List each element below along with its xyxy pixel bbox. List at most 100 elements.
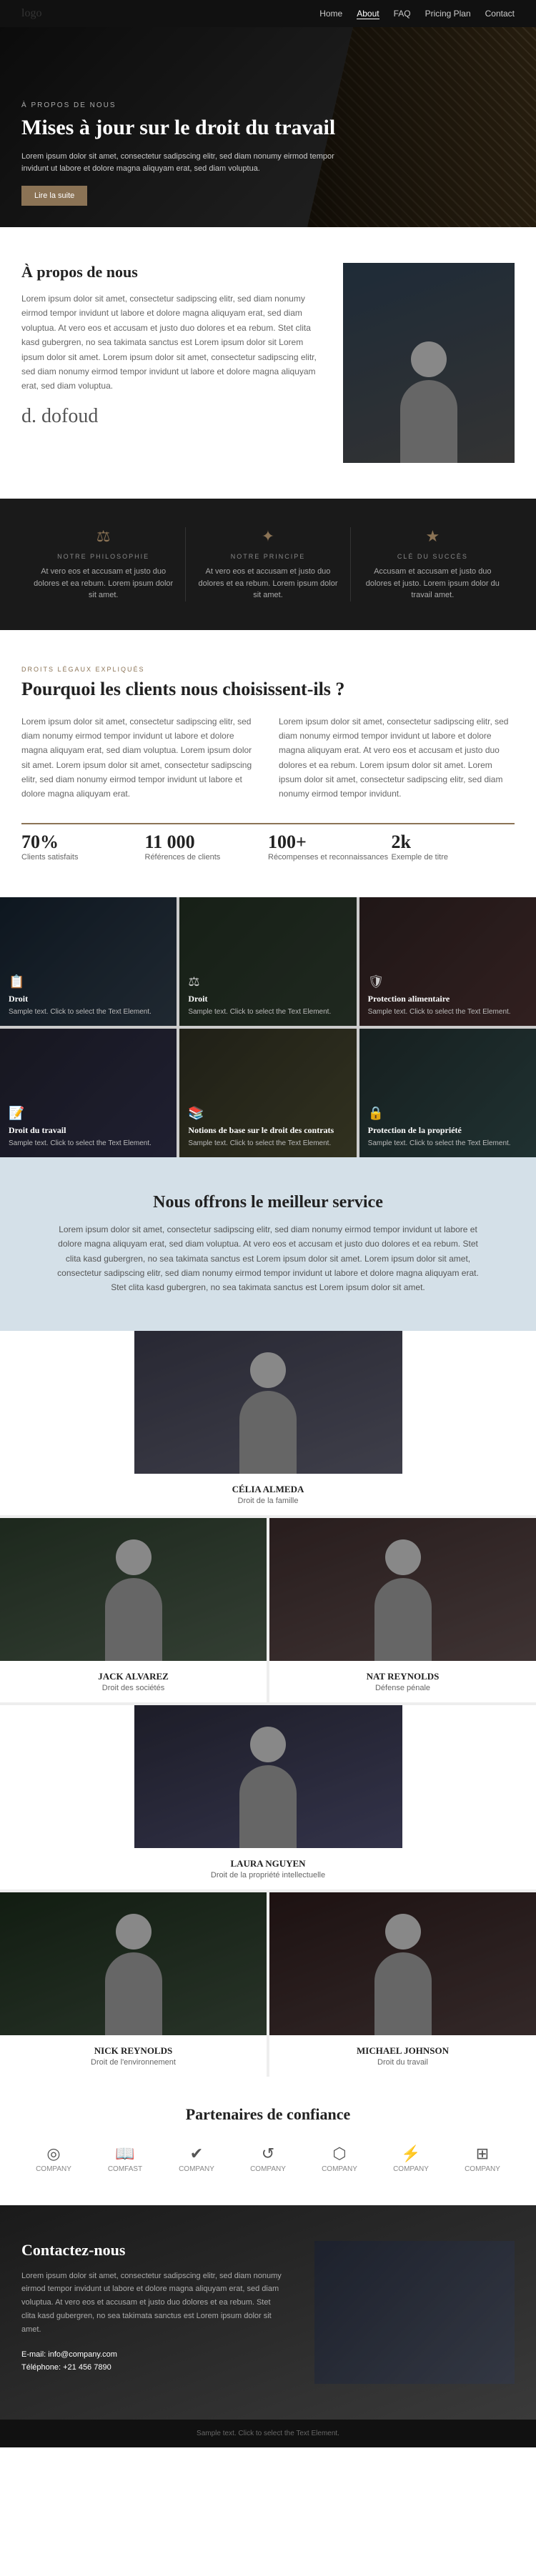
stat-label-4: Exemple de titre bbox=[392, 853, 515, 862]
jack-head bbox=[116, 1539, 152, 1575]
service-title-6: Protection de la propriété bbox=[368, 1125, 511, 1136]
partner-icon-1: ◎ bbox=[46, 2145, 60, 2163]
service-icon-4: 📝 bbox=[9, 1106, 152, 1121]
philosophy-text-1: At vero eos et accusam et justo duo dolo… bbox=[32, 566, 174, 601]
stat-2: 11 000 Références de clients bbox=[145, 823, 269, 862]
philosophy-item-3: ★ CLÉ DU SUCCÈS Accusam et accusam et ju… bbox=[351, 527, 515, 601]
nick-figure bbox=[98, 1914, 169, 2035]
stat-number-2: 11 000 bbox=[145, 832, 269, 853]
navbar: logo Home About FAQ Pricing Plan Contact bbox=[0, 0, 536, 27]
partner-name-6: COMPANY bbox=[393, 2165, 429, 2173]
service-card-3[interactable]: 🛡 Protection alimentaire Sample text. Cl… bbox=[359, 897, 536, 1026]
service-icon-2: ⚖ bbox=[188, 974, 331, 989]
contact-text: Lorem ipsum dolor sit amet, consectetur … bbox=[21, 2270, 286, 2336]
team-img-nat bbox=[269, 1518, 536, 1661]
team-img-laura bbox=[134, 1705, 402, 1848]
service-text-1: Sample text. Click to select the Text El… bbox=[9, 1007, 152, 1017]
team-name-laura: LAURA NGUYEN bbox=[144, 1858, 392, 1869]
partner-3: ✔ COMPANY bbox=[168, 2141, 225, 2177]
contact-image bbox=[314, 2241, 515, 2384]
contact-section: Contactez-nous Lorem ipsum dolor sit ame… bbox=[0, 2205, 536, 2420]
service-card-5[interactable]: 📚 Notions de base sur le droit des contr… bbox=[179, 1029, 356, 1157]
contact-left: Contactez-nous Lorem ipsum dolor sit ame… bbox=[21, 2241, 286, 2376]
best-service-section: Nous offrons le meilleur service Lorem i… bbox=[0, 1157, 536, 1331]
about-text: Lorem ipsum dolor sit amet, consectetur … bbox=[21, 291, 322, 394]
service-title-3: Protection alimentaire bbox=[368, 994, 511, 1004]
partner-1: ◎ COMPANY bbox=[25, 2141, 82, 2177]
partners-section: Partenaires de confiance ◎ COMPANY 📖 COM… bbox=[0, 2077, 536, 2205]
philosophy-item-1: ⚖ NOTRE PHILOSOPHIE At vero eos et accus… bbox=[21, 527, 186, 601]
stat-label-2: Références de clients bbox=[145, 853, 269, 862]
service-content-1: 📋 Droit Sample text. Click to select the… bbox=[0, 966, 160, 1026]
stat-3: 100+ Récompenses et reconnaissances bbox=[268, 823, 392, 862]
stat-label-3: Récompenses et reconnaissances bbox=[268, 853, 392, 862]
service-card-2[interactable]: ⚖ Droit Sample text. Click to select the… bbox=[179, 897, 356, 1026]
team-card-laura: LAURA NGUYEN Droit de la propriété intel… bbox=[0, 1705, 536, 1889]
partner-name-2: COMFAST bbox=[108, 2165, 142, 2173]
laura-head bbox=[250, 1727, 286, 1762]
team-info-nat: NAT REYNOLDS Défense pénale bbox=[269, 1661, 536, 1702]
team-name-nat: NAT REYNOLDS bbox=[279, 1671, 526, 1682]
nav-home[interactable]: Home bbox=[319, 9, 342, 19]
team-role-michael: Droit du travail bbox=[279, 2058, 526, 2067]
nav-contact[interactable]: Contact bbox=[485, 9, 515, 19]
why-section: DROITS LÉGAUX EXPLIQUÉS Pourquoi les cli… bbox=[0, 630, 536, 897]
stat-number-4: 2k bbox=[392, 832, 515, 853]
team-img-michael bbox=[269, 1892, 536, 2035]
laura-body bbox=[239, 1765, 297, 1848]
partners-title: Partenaires de confiance bbox=[21, 2105, 515, 2124]
services-grid: 📋 Droit Sample text. Click to select the… bbox=[0, 897, 536, 1157]
service-icon-6: 🔒 bbox=[368, 1106, 511, 1121]
team-info-nick: NICK REYNOLDS Droit de l'environnement bbox=[0, 2035, 267, 2077]
stats-row: 70% Clients satisfaits 11 000 Références… bbox=[21, 823, 515, 862]
service-icon-1: 📋 bbox=[9, 974, 152, 989]
hero-title: Mises à jour sur le droit du travail bbox=[21, 115, 336, 141]
team-info-celia: CÉLIA ALMEDA Droit de la famille bbox=[134, 1474, 402, 1515]
nav-faq[interactable]: FAQ bbox=[394, 9, 411, 19]
team-grid: CÉLIA ALMEDA Droit de la famille JACK AL… bbox=[0, 1331, 536, 2077]
team-img-jack bbox=[0, 1518, 267, 1661]
service-text-5: Sample text. Click to select the Text El… bbox=[188, 1139, 334, 1149]
why-sublabel: DROITS LÉGAUX EXPLIQUÉS bbox=[21, 666, 515, 673]
service-text-6: Sample text. Click to select the Text El… bbox=[368, 1139, 511, 1149]
nat-head bbox=[385, 1539, 421, 1575]
stat-4: 2k Exemple de titre bbox=[392, 823, 515, 862]
service-content-5: 📚 Notions de base sur le droit des contr… bbox=[179, 1097, 342, 1157]
why-col-1: Lorem ipsum dolor sit amet, consectetur … bbox=[21, 714, 257, 802]
nat-figure bbox=[367, 1539, 439, 1661]
partner-icon-7: ⊞ bbox=[476, 2145, 489, 2163]
service-icon-5: 📚 bbox=[188, 1106, 334, 1121]
philosophy-band: ⚖ NOTRE PHILOSOPHIE At vero eos et accus… bbox=[0, 499, 536, 630]
service-content-4: 📝 Droit du travail Sample text. Click to… bbox=[0, 1097, 160, 1157]
figure-head bbox=[411, 341, 447, 377]
stat-label-1: Clients satisfaits bbox=[21, 853, 145, 862]
partner-icon-3: ✔ bbox=[190, 2145, 203, 2163]
hero-cta-button[interactable]: Lire la suite bbox=[21, 186, 87, 206]
nav-pricing[interactable]: Pricing Plan bbox=[425, 9, 471, 19]
partner-4: ↺ COMPANY bbox=[239, 2141, 297, 2177]
why-col-2: Lorem ipsum dolor sit amet, consectetur … bbox=[279, 714, 515, 802]
service-card-4[interactable]: 📝 Droit du travail Sample text. Click to… bbox=[0, 1029, 177, 1157]
nav-about[interactable]: About bbox=[357, 9, 379, 19]
about-section: À propos de nous Lorem ipsum dolor sit a… bbox=[0, 227, 536, 499]
jack-body bbox=[105, 1578, 162, 1661]
celia-figure bbox=[232, 1352, 304, 1474]
team-role-celia: Droit de la famille bbox=[144, 1497, 392, 1505]
celia-head bbox=[250, 1352, 286, 1388]
service-card-1[interactable]: 📋 Droit Sample text. Click to select the… bbox=[0, 897, 177, 1026]
team-info-michael: MICHAEL JOHNSON Droit du travail bbox=[269, 2035, 536, 2077]
contact-phone-value: +21 456 7890 bbox=[63, 2363, 111, 2372]
nav-links: Home About FAQ Pricing Plan Contact bbox=[319, 9, 515, 19]
team-role-nick: Droit de l'environnement bbox=[10, 2058, 257, 2067]
contact-email-value: info@company.com bbox=[48, 2350, 117, 2359]
service-text-4: Sample text. Click to select the Text El… bbox=[9, 1139, 152, 1149]
about-left: À propos de nous Lorem ipsum dolor sit a… bbox=[21, 263, 322, 428]
team-info-laura: LAURA NGUYEN Droit de la propriété intel… bbox=[134, 1848, 402, 1889]
partner-name-3: COMPANY bbox=[179, 2165, 214, 2173]
jack-figure bbox=[98, 1539, 169, 1661]
service-card-6[interactable]: 🔒 Protection de la propriété Sample text… bbox=[359, 1029, 536, 1157]
service-title-5: Notions de base sur le droit des contrat… bbox=[188, 1125, 334, 1136]
partners-logos: ◎ COMPANY 📖 COMFAST ✔ COMPANY ↺ COMPANY … bbox=[21, 2141, 515, 2177]
team-name-celia: CÉLIA ALMEDA bbox=[144, 1484, 392, 1495]
team-section: CÉLIA ALMEDA Droit de la famille JACK AL… bbox=[0, 1331, 536, 2077]
